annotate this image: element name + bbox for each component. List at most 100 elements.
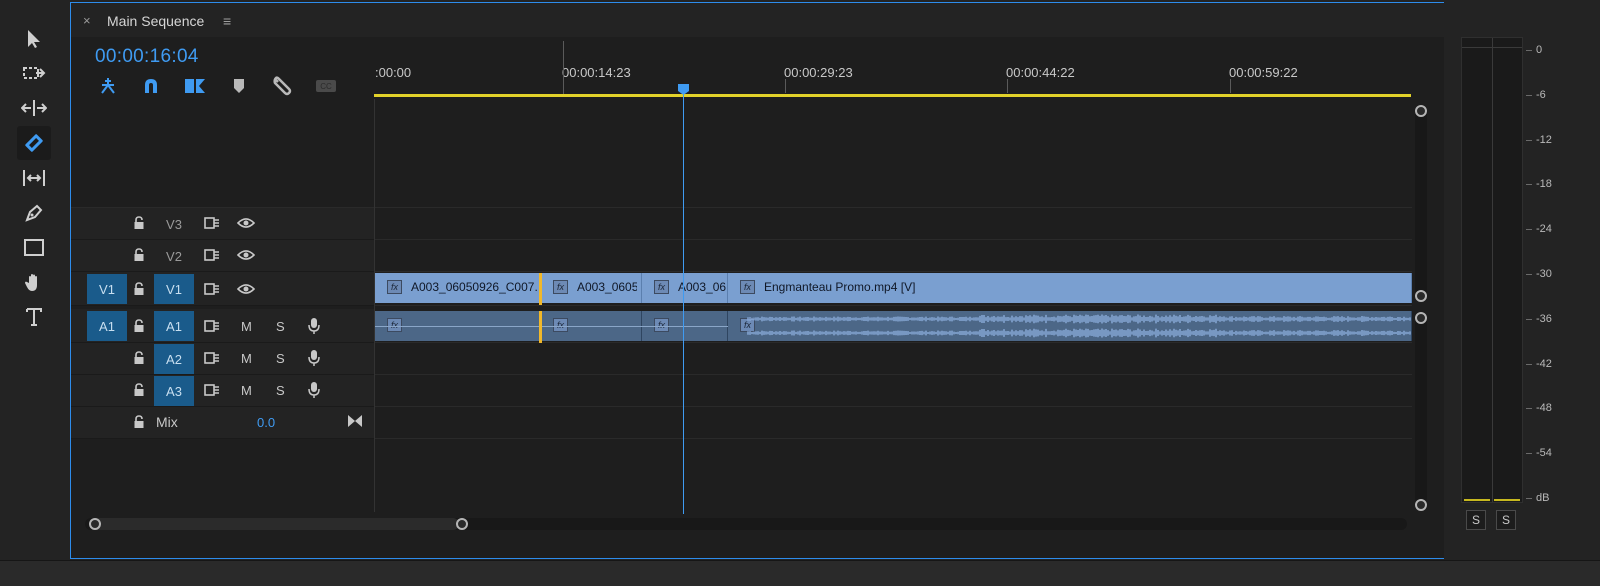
fx-badge-icon[interactable]: fx bbox=[387, 318, 402, 332]
video-clip[interactable]: fx A003_06050926_C007. bbox=[375, 273, 541, 303]
track-a2[interactable] bbox=[375, 343, 1412, 375]
solo-button[interactable]: S bbox=[276, 319, 285, 334]
microphone-icon[interactable] bbox=[308, 317, 320, 335]
lock-icon[interactable] bbox=[133, 248, 145, 262]
track-target-v3[interactable]: V3 bbox=[154, 209, 194, 239]
lock-icon[interactable] bbox=[133, 383, 145, 397]
playhead-line[interactable] bbox=[683, 95, 684, 514]
playhead-timecode[interactable]: 00:00:16:04 bbox=[95, 46, 199, 68]
sync-lock-icon[interactable] bbox=[204, 283, 220, 295]
close-tab-button[interactable]: × bbox=[83, 13, 91, 28]
video-clip[interactable]: fx A003_0605 bbox=[541, 273, 642, 303]
eye-icon[interactable] bbox=[237, 249, 255, 261]
volume-rubberband[interactable] bbox=[375, 326, 541, 327]
mix-volume-value[interactable]: 0.0 bbox=[257, 415, 275, 430]
add-marker-icon[interactable] bbox=[226, 75, 252, 97]
fx-badge-icon[interactable]: fx bbox=[740, 280, 755, 294]
track-mix[interactable] bbox=[375, 407, 1412, 439]
pen-tool-icon[interactable] bbox=[17, 196, 51, 230]
volume-rubberband[interactable] bbox=[642, 326, 728, 327]
lock-icon[interactable] bbox=[133, 216, 145, 230]
mute-button[interactable]: M bbox=[241, 319, 252, 334]
lock-icon[interactable] bbox=[133, 282, 145, 296]
sync-lock-icon[interactable] bbox=[204, 384, 220, 396]
selection-tool-icon[interactable] bbox=[17, 22, 51, 56]
track-target-a2[interactable]: A2 bbox=[154, 344, 194, 374]
meter-solo-right-button[interactable]: S bbox=[1496, 510, 1516, 530]
track-header-a1: A1 A1 M S bbox=[71, 309, 374, 343]
zoom-handle-left[interactable] bbox=[89, 518, 101, 530]
eye-icon[interactable] bbox=[237, 217, 255, 229]
track-select-tool-icon[interactable] bbox=[17, 56, 51, 90]
bowtie-icon[interactable] bbox=[347, 414, 363, 428]
mute-button[interactable]: M bbox=[241, 351, 252, 366]
razor-tool-icon[interactable] bbox=[17, 126, 51, 160]
mute-button[interactable]: M bbox=[241, 383, 252, 398]
sequence-tab-title[interactable]: Main Sequence bbox=[107, 13, 204, 29]
hand-tool-icon[interactable] bbox=[17, 266, 51, 300]
video-clip[interactable]: fx A003_06 bbox=[642, 273, 728, 303]
track-v3[interactable] bbox=[375, 208, 1412, 240]
scroll-thumb[interactable] bbox=[89, 518, 459, 530]
audio-zoom-track[interactable] bbox=[1415, 312, 1427, 504]
panel-menu-icon[interactable]: ≡ bbox=[223, 13, 231, 29]
fx-badge-icon[interactable]: fx bbox=[387, 280, 402, 294]
microphone-icon[interactable] bbox=[308, 381, 320, 399]
timeline-settings-wrench-icon[interactable] bbox=[269, 75, 295, 97]
fx-badge-icon[interactable]: fx bbox=[654, 318, 669, 332]
audio-clip[interactable]: fx bbox=[375, 311, 541, 341]
lock-icon[interactable] bbox=[133, 351, 145, 365]
track-target-a1[interactable]: A1 bbox=[154, 311, 194, 341]
meter-solo-left-button[interactable]: S bbox=[1466, 510, 1486, 530]
volume-rubberband[interactable] bbox=[541, 326, 642, 327]
playhead-handle-icon[interactable] bbox=[677, 83, 690, 96]
fx-badge-icon[interactable]: fx bbox=[553, 280, 568, 294]
source-patch-v1[interactable]: V1 bbox=[87, 274, 127, 304]
video-clip[interactable]: fx Engmanteau Promo.mp4 [V] bbox=[728, 273, 1412, 303]
lock-icon[interactable] bbox=[133, 319, 145, 333]
slip-tool-icon[interactable] bbox=[17, 161, 51, 195]
audio-clip[interactable]: fx bbox=[642, 311, 728, 341]
eye-icon[interactable] bbox=[237, 283, 255, 295]
sync-lock-icon[interactable] bbox=[204, 320, 220, 332]
selected-edit-point[interactable] bbox=[539, 273, 542, 305]
linked-selection-icon[interactable] bbox=[182, 75, 208, 97]
work-area-bar[interactable] bbox=[374, 94, 1411, 97]
sync-lock-icon[interactable] bbox=[204, 249, 220, 261]
microphone-icon[interactable] bbox=[308, 349, 320, 367]
track-a3[interactable] bbox=[375, 375, 1412, 407]
track-a1[interactable]: fx fx fx fx bbox=[375, 309, 1412, 343]
zoom-handle-right[interactable] bbox=[456, 518, 468, 530]
ripple-edit-tool-icon[interactable] bbox=[17, 91, 51, 125]
snap-magnet-icon[interactable] bbox=[138, 75, 164, 97]
fx-badge-icon[interactable]: fx bbox=[654, 280, 669, 294]
track-area[interactable]: fx A003_06050926_C007. fx A003_0605 fx A… bbox=[374, 99, 1412, 512]
audio-clip[interactable]: fx bbox=[728, 311, 1412, 341]
track-target-v2[interactable]: V2 bbox=[154, 241, 194, 271]
track-target-v1[interactable]: V1 bbox=[154, 274, 194, 304]
scroll-handle[interactable] bbox=[1415, 499, 1427, 511]
source-patch-a1[interactable]: A1 bbox=[87, 311, 127, 341]
sync-lock-icon[interactable] bbox=[204, 352, 220, 364]
fx-badge-icon[interactable]: fx bbox=[553, 318, 568, 332]
audio-clip[interactable]: fx bbox=[541, 311, 642, 341]
track-v2[interactable] bbox=[375, 240, 1412, 272]
type-tool-icon[interactable] bbox=[17, 300, 51, 334]
lock-icon[interactable] bbox=[133, 415, 145, 429]
selected-edit-point[interactable] bbox=[539, 311, 542, 343]
scroll-handle[interactable] bbox=[1415, 105, 1427, 117]
solo-button[interactable]: S bbox=[276, 383, 285, 398]
nest-sequence-icon[interactable] bbox=[95, 75, 121, 97]
time-ruler[interactable]: :00:00 00:00:14:23 00:00:29:23 00:00:44:… bbox=[374, 39, 1411, 99]
scroll-handle[interactable] bbox=[1415, 290, 1427, 302]
track-target-a3[interactable]: A3 bbox=[154, 376, 194, 406]
horizontal-scrollbar[interactable] bbox=[85, 518, 1407, 530]
sync-lock-icon[interactable] bbox=[204, 217, 220, 229]
video-zoom-track[interactable] bbox=[1415, 105, 1427, 295]
solo-button[interactable]: S bbox=[276, 351, 285, 366]
vertical-scrollbar[interactable] bbox=[1411, 99, 1431, 514]
rectangle-tool-icon[interactable] bbox=[17, 231, 51, 265]
scroll-handle[interactable] bbox=[1415, 312, 1427, 324]
track-v1[interactable]: fx A003_06050926_C007. fx A003_0605 fx A… bbox=[375, 272, 1412, 306]
db-tick bbox=[1526, 408, 1532, 410]
